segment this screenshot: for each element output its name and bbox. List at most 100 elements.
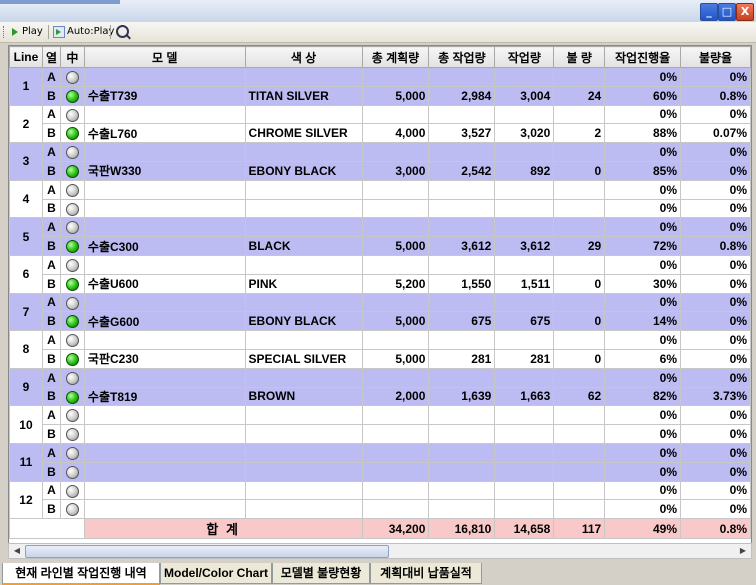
defect-cell xyxy=(553,104,606,125)
tab-line-progress[interactable]: 현재 라인별 작업진행 내역 xyxy=(2,563,160,585)
progress-rate-cell: 0% xyxy=(604,217,682,238)
table-row[interactable]: B 수출U600 PINK 5,200 1,550 1,511 0 30% 0% xyxy=(10,273,751,294)
scroll-left-icon[interactable]: ◀ xyxy=(11,545,23,556)
plan-cell xyxy=(361,442,430,463)
header-defect-rate[interactable]: 불량율 xyxy=(680,46,751,68)
status-off-icon xyxy=(65,221,79,235)
work-cell xyxy=(494,330,555,350)
header-work-total[interactable]: 총 작업량 xyxy=(428,46,496,68)
total-work-cell xyxy=(428,104,496,125)
summary-label: 합 계 xyxy=(83,518,363,540)
table-row[interactable]: B 수출L760 CHROME SILVER 4,000 3,527 3,020 2 88% 0… xyxy=(10,123,751,144)
table-row[interactable]: 9 A 0% 0% xyxy=(9,367,751,407)
color-cell: EBONY BLACK xyxy=(244,160,363,181)
row-side-label: A xyxy=(41,254,61,275)
summary-plan-total: 34,200 xyxy=(361,518,430,540)
status-off-icon xyxy=(65,503,79,517)
row-side-label: B xyxy=(41,236,61,256)
progress-rate-cell: 60% xyxy=(604,85,682,106)
progress-grid[interactable]: Line 열 中 모 델색 상총 계획량 총 작업량 작업량 불 량 작업진행율 불량율 1A0… xyxy=(8,45,752,544)
table-row[interactable]: 8 A 0% 0% xyxy=(9,330,751,369)
table-row[interactable]: B 국판W330 EBONY BLACK 3,000 2,542 892 0 85% 0% xyxy=(10,160,751,181)
status-cell xyxy=(59,198,85,219)
table-row[interactable]: 1 A 0% 0% xyxy=(9,67,751,106)
table-row[interactable]: 2 A 0% 0% xyxy=(9,104,751,144)
table-row[interactable]: B 0% 0% xyxy=(10,424,751,444)
color-cell: BROWN xyxy=(244,386,363,407)
work-cell xyxy=(494,480,555,501)
status-on-icon xyxy=(65,315,79,329)
scroll-thumb[interactable] xyxy=(25,545,389,558)
summary-work-total: 16,810 xyxy=(428,518,496,540)
table-row[interactable]: B 수출T819 BROWN 2,000 1,639 1,663 62 82% 3.73% xyxy=(10,386,751,407)
color-cell xyxy=(244,424,363,444)
table-row[interactable]: 5 A 0% 0% xyxy=(9,217,751,256)
plan-cell: 5,000 xyxy=(361,311,430,332)
table-row[interactable]: 11 A 0% 0% xyxy=(9,442,751,482)
total-work-cell xyxy=(428,367,496,388)
defect-cell xyxy=(553,142,606,162)
table-row[interactable]: B 0% 0% xyxy=(10,499,751,520)
scroll-right-icon[interactable]: ▶ xyxy=(737,545,749,556)
table-row[interactable]: 12 A 0% 0% xyxy=(9,480,751,520)
table-row[interactable]: B 수출T739 TITAN SILVER 5,000 2,984 3,004 24 60% 0… xyxy=(10,85,751,106)
status-off-icon xyxy=(65,484,79,498)
table-row[interactable]: B 0% 0% xyxy=(10,461,751,482)
header-line[interactable]: Line xyxy=(9,46,43,68)
row-side-label: B xyxy=(41,273,61,294)
tab-model-defects[interactable]: 모델별 불량현황 xyxy=(272,563,370,584)
autoplay-button[interactable]: Auto:Play xyxy=(53,24,114,40)
header-defect[interactable]: 불 량 xyxy=(553,46,606,68)
search-icon xyxy=(116,25,129,38)
header-plan-total[interactable]: 총 계획량 xyxy=(361,46,430,68)
search-button[interactable] xyxy=(113,23,131,41)
status-cell xyxy=(59,85,85,106)
defect-rate-cell: 0% xyxy=(680,348,751,369)
progress-rate-cell: 0% xyxy=(604,461,682,482)
table-row[interactable]: 3 A 0% 0% xyxy=(9,142,751,181)
color-cell xyxy=(244,67,363,87)
line-number: 8 xyxy=(9,330,43,369)
table-row[interactable]: 6 A 0% 0% xyxy=(9,254,751,294)
table-row[interactable]: B 국판C230 SPECIAL SILVER 5,000 281 281 0 6% 0% xyxy=(10,348,751,369)
tab-model-color-chart[interactable]: Model/Color Chart xyxy=(160,563,272,584)
color-cell xyxy=(244,292,363,313)
play-button[interactable]: Play xyxy=(12,24,43,40)
progress-rate-cell: 88% xyxy=(604,123,682,144)
color-cell xyxy=(244,499,363,520)
tab-plan-vs-delivery[interactable]: 계획대비 납품실적 xyxy=(370,563,482,584)
header-work[interactable]: 작업량 xyxy=(494,46,555,68)
header-status[interactable]: 中 xyxy=(59,46,85,68)
color-cell xyxy=(244,367,363,388)
table-row[interactable]: 7 A 0% 0% xyxy=(9,292,751,332)
horizontal-scrollbar[interactable]: ◀ ▶ xyxy=(8,543,752,559)
table-row[interactable]: 4 A 0% 0% xyxy=(9,179,751,219)
model-cell xyxy=(83,254,246,275)
table-row[interactable]: B 수출G600 EBONY BLACK 5,000 675 675 0 14% 0% xyxy=(10,311,751,332)
model-cell: 수출U600 xyxy=(83,273,246,294)
header-model[interactable]: 모 델 xyxy=(83,46,246,68)
status-on-icon xyxy=(65,165,79,179)
header-row[interactable]: 열 xyxy=(41,46,61,68)
defect-rate-cell: 0% xyxy=(680,499,751,520)
minimize-button[interactable]: _ xyxy=(700,3,718,21)
header-progress-rate[interactable]: 작업진행율 xyxy=(604,46,682,68)
table-row[interactable]: B 수출C300 BLACK 5,000 3,612 3,612 29 72% 0.8% xyxy=(10,236,751,256)
total-work-cell xyxy=(428,292,496,313)
close-button[interactable]: X xyxy=(736,3,754,21)
status-cell xyxy=(59,254,85,275)
maximize-button[interactable]: □ xyxy=(718,3,736,21)
status-cell xyxy=(59,424,85,444)
progress-rate-cell: 14% xyxy=(604,311,682,332)
color-cell xyxy=(244,480,363,501)
model-cell xyxy=(83,104,246,125)
table-row[interactable]: B 0% 0% xyxy=(10,198,751,219)
header-color[interactable]: 색 상 xyxy=(244,46,363,68)
row-side-label: A xyxy=(41,104,61,125)
plan-cell: 5,000 xyxy=(361,85,430,106)
row-side-label: B xyxy=(41,461,61,482)
total-work-cell: 3,527 xyxy=(428,123,496,144)
toolbar-grip[interactable] xyxy=(3,26,6,38)
table-row[interactable]: 10 A 0% 0% xyxy=(9,405,751,444)
plan-cell xyxy=(361,367,430,388)
